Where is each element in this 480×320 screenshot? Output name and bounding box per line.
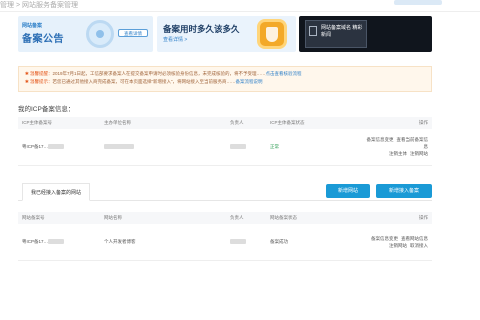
duration-banner[interactable]: 备案用时多久该多久 查看详情 > xyxy=(157,16,296,52)
announcement-details-button[interactable]: 查看详情 xyxy=(118,29,148,37)
column-header: 主办单位名称 xyxy=(100,117,226,129)
new-site-button[interactable]: 新增网站 xyxy=(326,184,370,198)
banner-title: 备案公告 xyxy=(22,34,64,45)
column-header: 操作 xyxy=(356,212,432,224)
op-link[interactable]: 备案信息变更 xyxy=(367,137,394,142)
cell-operations: 备案信息变更 查看当前备案信息 注销主体 注销网站 xyxy=(356,129,432,166)
column-header: ICP主体备案状态 xyxy=(266,117,356,129)
icp-table: ICP主体备案号 主办单位名称 负责人 ICP主体备案状态 操作 粤ICP备17… xyxy=(18,117,432,166)
op-link[interactable]: 注销网站 xyxy=(389,243,407,248)
document-icon xyxy=(309,26,317,36)
redacted-block xyxy=(48,144,65,150)
redacted-block xyxy=(104,144,134,150)
domain-banner[interactable]: 网站备案域名 精彩新闻 xyxy=(299,16,432,52)
notice-text: 若您已通过其他接入商完成备案，可在本页面选择“新增接入”，将网站接入至当前服务商… xyxy=(52,79,236,84)
redacted-block xyxy=(48,239,65,245)
redacted-block xyxy=(230,239,246,245)
section-title: 我的ICP备案信息： xyxy=(18,106,75,113)
page-breadcrumb: 管理 > 网站服务备案管理 xyxy=(0,2,78,9)
table-row: 粤ICP备17… 正常 备案信息变更 查看当前备案信息 注销主体 注销网站 xyxy=(18,129,432,166)
notice-line-2: ✱ 温馨提示：若您已通过其他接入商完成备案，可在本页面选择“新增接入”，将网站接… xyxy=(25,78,425,86)
duration-banner-link[interactable]: 查看详情 > xyxy=(163,36,187,43)
table-row: 粤ICP备17… 个人开发者博客 备案成功 备案信息变更 查看网站信息 注销网站取… xyxy=(18,224,432,261)
column-header: 网站名称 xyxy=(100,212,226,224)
notice-box: ✱ 温馨提醒：2019年7月1日起，工信部要求备案人在提交备案申请时必须核验身份… xyxy=(18,66,432,92)
notice-prefix: ✱ 温馨提示： xyxy=(25,79,53,84)
site-table: 网站备案号 网站名称 负责人 网站备案状态 操作 粤ICP备17… 个人开发者博… xyxy=(18,212,432,261)
redacted-block xyxy=(230,144,246,150)
op-link[interactable]: 查看网站信息 xyxy=(401,236,428,241)
record-no: 粤ICP备17… xyxy=(22,238,49,244)
cell-person xyxy=(226,224,266,261)
shield-icon xyxy=(257,19,287,49)
notice-link[interactable]: 点击查看核验流程 xyxy=(266,71,302,76)
cell-record-no: 粤ICP备17… xyxy=(18,129,100,166)
column-header: 负责人 xyxy=(226,117,266,129)
announcement-illustration-icon xyxy=(86,20,114,48)
notice-prefix: ✱ 温馨提醒： xyxy=(25,71,53,76)
cell-status: 备案成功 xyxy=(266,224,356,261)
op-link[interactable]: 注销网站 xyxy=(410,151,428,156)
cell-operations: 备案信息变更 查看网站信息 注销网站 取消接入 xyxy=(356,224,432,261)
duration-banner-title: 备案用时多久该多久 xyxy=(163,24,240,34)
new-access-button[interactable]: 新增接入备案 xyxy=(376,184,432,198)
op-link[interactable]: 取消接入 xyxy=(410,243,428,248)
cell-record-no: 粤ICP备17… xyxy=(18,224,100,261)
notice-link[interactable]: 备案流程说明 xyxy=(236,79,263,84)
status-badge: 正常 xyxy=(270,143,279,149)
column-header: 负责人 xyxy=(226,212,266,224)
domain-banner-text: 网站备案域名 精彩新闻 xyxy=(321,25,363,38)
op-link[interactable]: 注销主体 xyxy=(389,151,407,156)
column-header: 网站备案状态 xyxy=(266,212,356,224)
cell-person xyxy=(226,129,266,166)
column-header: 网站备案号 xyxy=(18,212,100,224)
banner-kicker: 网站备案 xyxy=(22,23,43,29)
record-no: 粤ICP备17… xyxy=(22,143,49,149)
op-link[interactable]: 备案信息变更 xyxy=(371,236,398,241)
banner-row: 网站备案 备案公告 查看详情 备案用时多久该多久 查看详情 > 网站备案域名 精… xyxy=(18,16,432,52)
column-header: ICP主体备案号 xyxy=(18,117,100,129)
announcement-banner[interactable]: 网站备案 备案公告 查看详情 xyxy=(18,16,153,52)
top-right-button[interactable] xyxy=(394,0,442,5)
cell-org xyxy=(100,129,226,166)
cell-site-name: 个人开发者博客 xyxy=(100,224,226,261)
top-bar: 管理 > 网站服务备案管理 xyxy=(0,0,480,12)
notice-line-1: ✱ 温馨提醒：2019年7月1日起，工信部要求备案人在提交备案申请时必须核验身份… xyxy=(25,70,425,78)
notice-text: 2019年7月1日起，工信部要求备案人在提交备案申请时必须核验身份信息，未完成核… xyxy=(52,71,266,76)
column-header: 操作 xyxy=(356,117,432,129)
tab-accessed-sites[interactable]: 我已经接入备案的网站 xyxy=(22,183,90,201)
cell-status: 正常 xyxy=(266,129,356,166)
op-link[interactable]: 查看当前备案信息 xyxy=(397,137,429,149)
